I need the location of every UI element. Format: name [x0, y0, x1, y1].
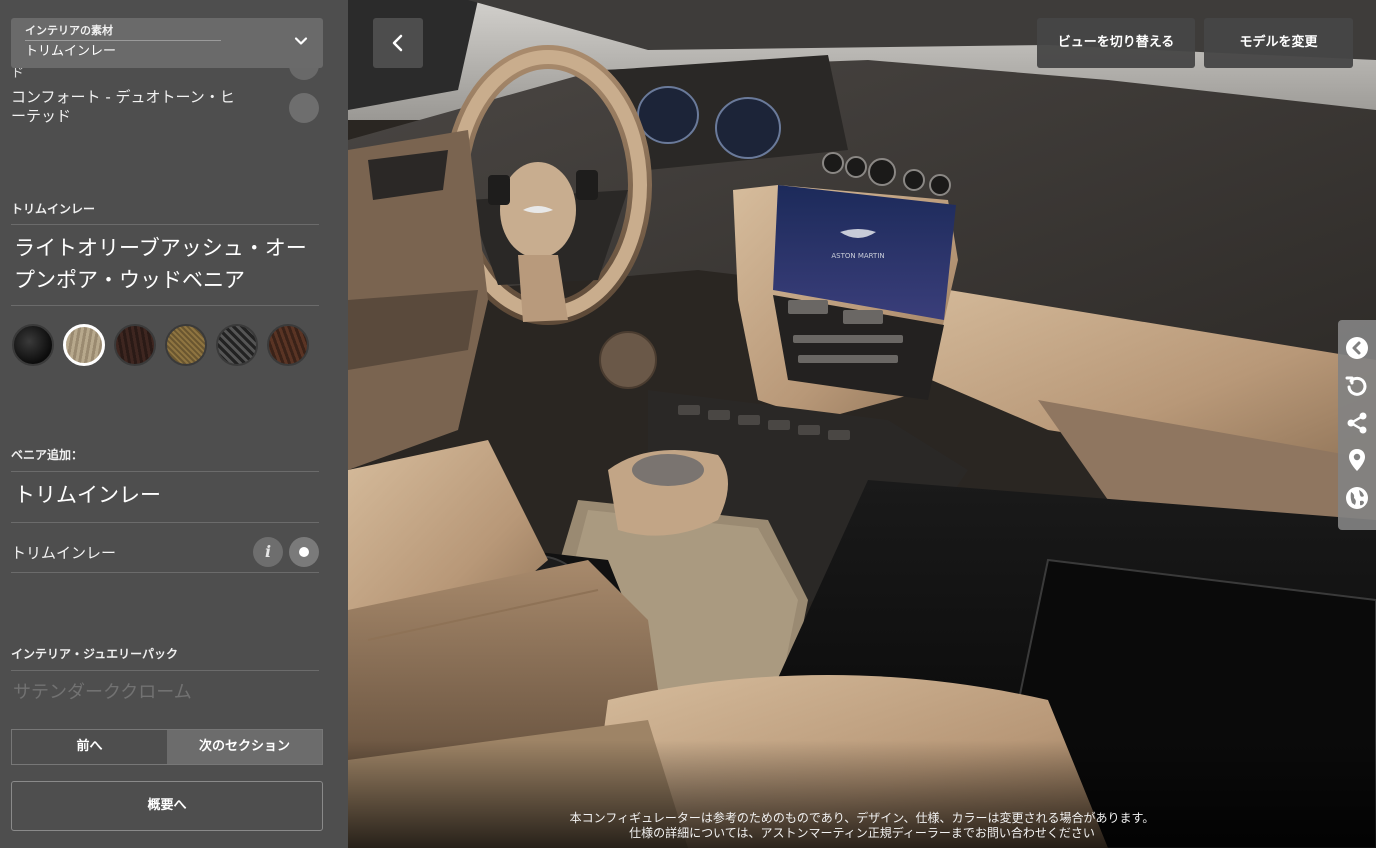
options-scroll-area[interactable]: ド コンフォート - デュオトーン・ヒーテッド トリムインレー ライトオリーブア…: [0, 58, 348, 708]
swatch-piano-black[interactable]: [12, 324, 54, 366]
car-interior-render: ASTON MARTIN: [348, 0, 1376, 848]
screen-logo: ASTON MARTIN: [831, 252, 884, 260]
comfort-duotone-heated-option[interactable]: コンフォート - デュオトーン・ヒーテッド: [11, 88, 319, 128]
swatch-gold-weave[interactable]: [165, 324, 207, 366]
divider: [11, 522, 319, 523]
trim-inlay-selected-name: ライトオリーブアッシュ・オープンポア・ウッドベニア: [14, 236, 307, 292]
jewellery-pack-heading: インテリア・ジュエリーパック: [11, 647, 179, 661]
car-interior-viewer[interactable]: ASTON MARTIN ビューを切り替える モデルを変更 本コンフィギュレータ…: [348, 0, 1376, 848]
veneer-add-value: トリムインレー: [14, 483, 161, 507]
divider: [25, 40, 221, 41]
viewer-toolbar: [1338, 320, 1376, 530]
section-dropdown[interactable]: インテリアの素材 トリムインレー: [11, 18, 323, 68]
back-button[interactable]: [373, 18, 423, 68]
divider: [11, 224, 319, 225]
chevron-left-icon[interactable]: [1345, 336, 1369, 360]
globe-icon[interactable]: [1345, 486, 1369, 510]
share-icon[interactable]: [1345, 411, 1369, 435]
divider: [11, 572, 319, 573]
swatch-carbon-fibre[interactable]: [216, 324, 258, 366]
comfort-option-label: コンフォート - デュオトーン・ヒーテッド: [11, 88, 235, 125]
divider: [11, 670, 319, 671]
info-button[interactable]: i: [253, 537, 283, 567]
section-category: インテリアの素材: [25, 24, 113, 37]
comfort-option-radio[interactable]: [289, 93, 319, 123]
disclaimer-line-1: 本コンフィギュレーターは参考のためのものであり、デザイン、仕様、カラーは変更され…: [569, 811, 1155, 825]
chevron-left-icon: [392, 34, 403, 52]
next-section-button[interactable]: 次のセクション: [167, 730, 322, 764]
swatch-walnut[interactable]: [267, 324, 309, 366]
section-navigation: 前へ 次のセクション: [11, 729, 323, 765]
section-current-value: トリムインレー: [25, 44, 117, 59]
jewellery-pack-value: サテンダーククローム: [13, 682, 192, 703]
prev-button[interactable]: 前へ: [12, 730, 167, 764]
disclaimer-line-2: 仕様の詳細については、アストンマーティン正規ディーラーまでお問い合わせください: [629, 826, 1095, 840]
swatch-light-olive-ash[interactable]: [63, 324, 105, 366]
divider: [11, 471, 319, 472]
trim-inlay-heading: トリムインレー: [11, 202, 96, 216]
switch-view-button[interactable]: ビューを切り替える: [1037, 18, 1195, 68]
divider: [11, 305, 319, 306]
configurator-panel: ド コンフォート - デュオトーン・ヒーテッド トリムインレー ライトオリーブア…: [0, 0, 348, 848]
veneer-add-heading: ベニア追加：: [11, 448, 84, 462]
rotate-icon[interactable]: [1345, 374, 1369, 398]
trim-inlay-swatches: [12, 324, 309, 366]
swatch-dark-wood[interactable]: [114, 324, 156, 366]
change-model-button[interactable]: モデルを変更: [1204, 18, 1353, 68]
chevron-down-icon: [294, 37, 308, 45]
trim-inlay-option-label: トリムインレー: [11, 544, 117, 562]
location-pin-icon[interactable]: [1345, 448, 1369, 472]
trim-inlay-option[interactable]: トリムインレー i: [11, 534, 319, 570]
overview-button[interactable]: 概要へ: [11, 781, 323, 831]
trim-inlay-radio-selected[interactable]: [289, 537, 319, 567]
